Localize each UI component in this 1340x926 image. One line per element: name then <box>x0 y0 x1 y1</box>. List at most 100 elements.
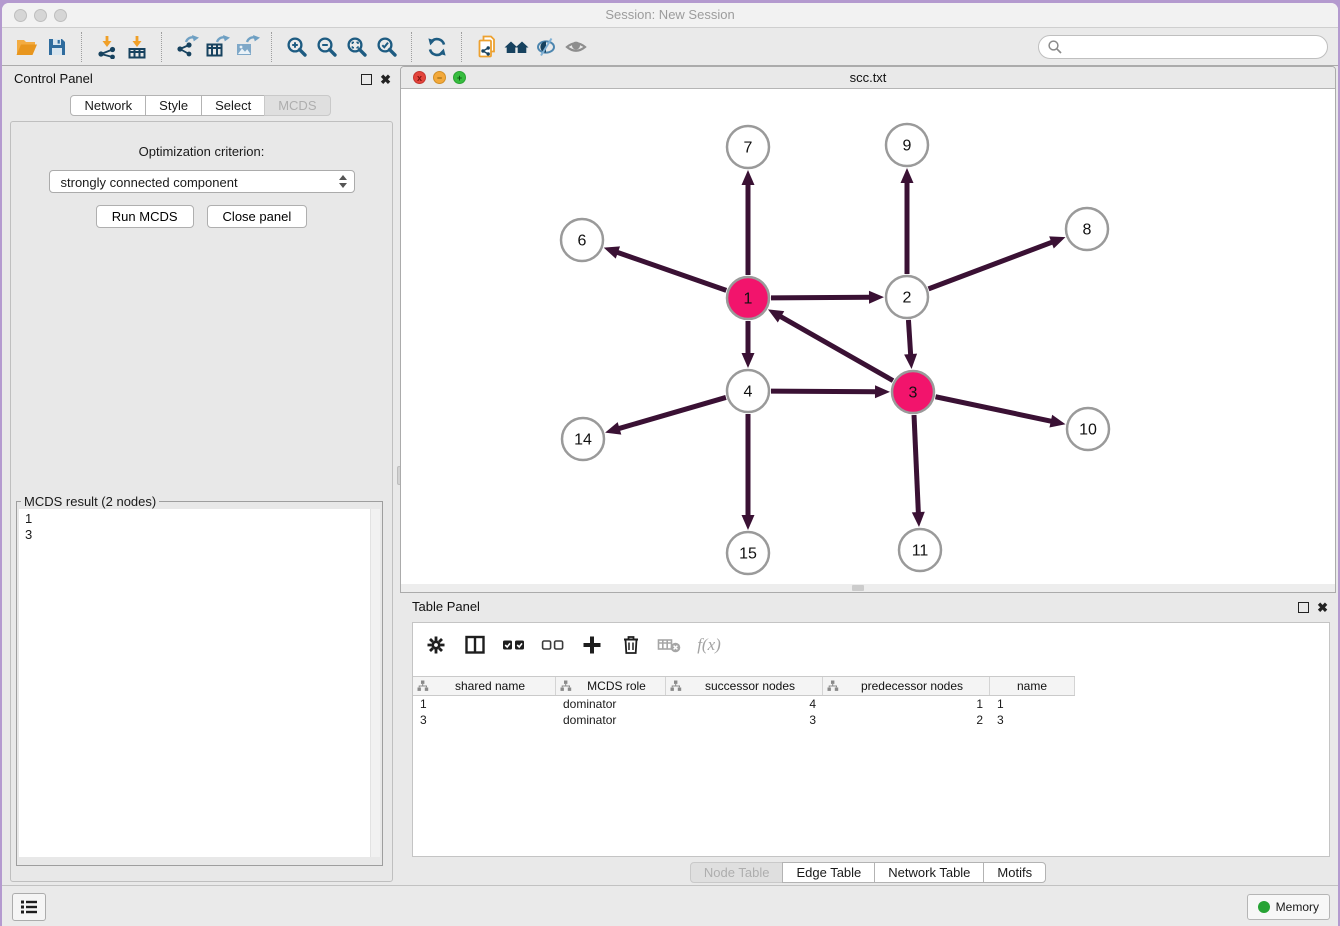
tab-mcds[interactable]: MCDS <box>264 95 330 116</box>
tab-edge-table[interactable]: Edge Table <box>782 862 875 883</box>
result-scrollbar[interactable] <box>370 509 380 857</box>
search-input[interactable] <box>1063 38 1319 55</box>
graph-edge-3-1[interactable] <box>779 316 893 381</box>
graph-edge-3-10[interactable] <box>936 397 1053 422</box>
mcds-result-title: MCDS result (2 nodes) <box>21 494 159 509</box>
run-mcds-button[interactable]: Run MCDS <box>96 205 194 228</box>
network-canvas[interactable]: 7968124314101511 <box>401 89 1335 586</box>
edge-arrowhead <box>604 246 620 258</box>
add-column-icon[interactable] <box>579 633 605 657</box>
close-table-panel-icon[interactable]: ✖ <box>1317 601 1328 614</box>
node-table-body: f(x) shared nameMCDS rolesuccessor nodes… <box>412 622 1330 857</box>
tab-style[interactable]: Style <box>145 95 202 116</box>
close-panel-icon[interactable]: ✖ <box>380 73 391 86</box>
control-panel-title: Control Panel <box>14 66 93 92</box>
graph-node-label: 4 <box>744 384 753 401</box>
table-cell[interactable]: 3 <box>666 712 823 728</box>
toolbar-separator <box>81 32 83 62</box>
graph-edge-4-14[interactable] <box>618 397 726 429</box>
graph-edge-2-8[interactable] <box>929 242 1054 289</box>
tab-network[interactable]: Network <box>70 95 146 116</box>
delete-columns-icon[interactable] <box>618 633 644 657</box>
table-cell[interactable]: 1 <box>823 696 990 712</box>
window-titlebar: Session: New Session <box>2 3 1338 28</box>
tab-network-table[interactable]: Network Table <box>874 862 984 883</box>
open-ndex-icon[interactable] <box>472 32 502 62</box>
save-session-icon[interactable] <box>42 32 72 62</box>
search-field[interactable] <box>1038 35 1328 59</box>
graph-node-label: 11 <box>912 543 929 560</box>
open-file-icon[interactable] <box>12 32 42 62</box>
tab-select[interactable]: Select <box>201 95 265 116</box>
zoom-out-icon[interactable] <box>312 32 342 62</box>
table-cell[interactable]: 3 <box>413 712 556 728</box>
graph-edge-1-6[interactable] <box>616 252 726 291</box>
zoom-fit-icon[interactable] <box>342 32 372 62</box>
edge-arrowhead <box>742 170 755 185</box>
show-panels-icon[interactable] <box>562 32 592 62</box>
graph-node-label: 7 <box>744 140 753 157</box>
export-table-icon[interactable] <box>202 32 232 62</box>
column-type-icon <box>827 680 839 692</box>
application-window: Session: New Session <box>2 3 1338 926</box>
mcds-panel: Optimization criterion: strongly connect… <box>10 121 393 882</box>
table-rows: 1dominator4113dominator323 <box>413 696 1075 728</box>
close-panel-button[interactable]: Close panel <box>207 205 308 228</box>
column-header-MCDS-role[interactable]: MCDS role <box>556 677 666 695</box>
search-icon <box>1047 39 1063 55</box>
apply-function-icon[interactable]: f(x) <box>696 633 722 657</box>
refresh-layout-icon[interactable] <box>422 32 452 62</box>
column-type-icon <box>417 680 429 692</box>
network-window-titlebar: x − + scc.txt <box>401 67 1335 89</box>
import-network-icon[interactable] <box>92 32 122 62</box>
graph-edge-3-11[interactable] <box>914 415 918 514</box>
splitter-grip[interactable] <box>852 585 864 591</box>
table-cell[interactable]: 1 <box>413 696 556 712</box>
table-cell[interactable]: dominator <box>556 696 666 712</box>
home-icon[interactable] <box>502 32 532 62</box>
split-table-icon[interactable] <box>462 633 488 657</box>
table-settings-icon[interactable] <box>423 633 449 657</box>
zoom-selected-icon[interactable] <box>372 32 402 62</box>
edge-arrowhead <box>875 385 890 398</box>
table-cell[interactable]: 2 <box>823 712 990 728</box>
network-table-splitter <box>401 584 1335 592</box>
edge-arrowhead <box>1049 236 1065 248</box>
export-image-icon[interactable] <box>232 32 262 62</box>
table-cell[interactable]: 4 <box>666 696 823 712</box>
select-all-icon[interactable] <box>501 633 527 657</box>
select-stepper-icon <box>339 175 347 188</box>
column-header-name[interactable]: name <box>990 677 1075 695</box>
window-title: Session: New Session <box>2 3 1338 27</box>
mcds-result-text[interactable]: 1 3 <box>19 509 380 857</box>
graph-edge-2-3[interactable] <box>908 320 910 356</box>
edge-arrowhead <box>912 512 925 527</box>
zoom-in-icon[interactable] <box>282 32 312 62</box>
column-type-icon <box>560 680 572 692</box>
column-header-successor-nodes[interactable]: successor nodes <box>666 677 823 695</box>
graph-node-label: 6 <box>578 233 587 250</box>
tab-node-table[interactable]: Node Table <box>690 862 784 883</box>
import-table-icon[interactable] <box>122 32 152 62</box>
task-history-button[interactable] <box>12 893 46 921</box>
optimization-criterion-select[interactable]: strongly connected component <box>49 170 355 193</box>
float-table-panel-icon[interactable] <box>1298 602 1309 613</box>
graph-edge-4-3[interactable] <box>771 391 877 392</box>
edge-arrowhead <box>742 353 755 368</box>
tab-motifs[interactable]: Motifs <box>983 862 1046 883</box>
graph-node-label: 15 <box>739 546 757 563</box>
deselect-all-icon[interactable] <box>540 633 566 657</box>
table-cell[interactable]: 1 <box>990 696 1075 712</box>
table-cell[interactable]: dominator <box>556 712 666 728</box>
float-panel-icon[interactable] <box>361 74 372 85</box>
toolbar-separator <box>161 32 163 62</box>
table-panel-tabs: Node TableEdge TableNetwork TableMotifs <box>400 862 1336 883</box>
column-header-predecessor-nodes[interactable]: predecessor nodes <box>823 677 990 695</box>
delete-table-icon[interactable] <box>657 633 683 657</box>
memory-button[interactable]: Memory <box>1247 894 1330 920</box>
hide-panels-icon[interactable] <box>532 32 562 62</box>
graph-edge-1-2[interactable] <box>771 297 871 298</box>
column-header-shared-name[interactable]: shared name <box>413 677 556 695</box>
table-cell[interactable]: 3 <box>990 712 1075 728</box>
export-network-icon[interactable] <box>172 32 202 62</box>
